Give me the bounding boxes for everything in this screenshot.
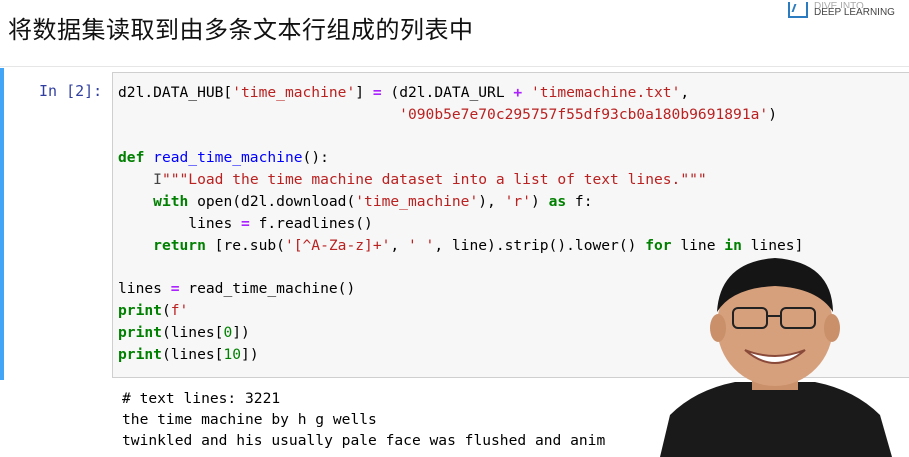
presenter-video-overlay: [660, 258, 892, 457]
code-line: d2l.DATA_HUB['time_machine'] = (d2l.DATA…: [118, 84, 690, 101]
code-line: with open(d2l.download('time_machine'), …: [153, 192, 593, 210]
code-line: def read_time_machine():: [118, 149, 329, 167]
output-line: the time machine by h g wells: [122, 411, 377, 428]
code-line: lines = read_time_machine(): [118, 280, 356, 298]
code-line: I"""Load the time machine dataset into a…: [153, 171, 707, 189]
cell-output: # text lines: 3221 the time machine by h…: [122, 388, 605, 451]
slide-divider: [0, 66, 909, 67]
code-line: '090b5e7e70c295757f55df93cb0a180b9691891…: [399, 105, 777, 123]
d2l-logo-main-text: DEEP LEARNING: [814, 7, 895, 18]
output-line: twinkled and his usually pale face was f…: [122, 432, 606, 449]
code-line: print(lines[0]): [118, 323, 250, 341]
selected-cell-indicator: [0, 68, 4, 380]
text-cursor-icon: I: [153, 171, 162, 189]
d2l-logo-text: DIVE INTO DEEP LEARNING: [814, 2, 895, 18]
d2l-logo: DIVE INTO DEEP LEARNING: [788, 0, 895, 20]
cell-input-prompt: In [2]:: [39, 82, 103, 100]
d2l-logo-icon: [788, 2, 808, 18]
code-line: lines = f.readlines(): [188, 214, 373, 232]
code-line: print(lines[10]): [118, 345, 259, 363]
code-line: print(f': [118, 301, 189, 319]
slide-title: 将数据集读取到由多条文本行组成的列表中: [8, 16, 474, 44]
output-line: # text lines: 3221: [122, 390, 281, 407]
